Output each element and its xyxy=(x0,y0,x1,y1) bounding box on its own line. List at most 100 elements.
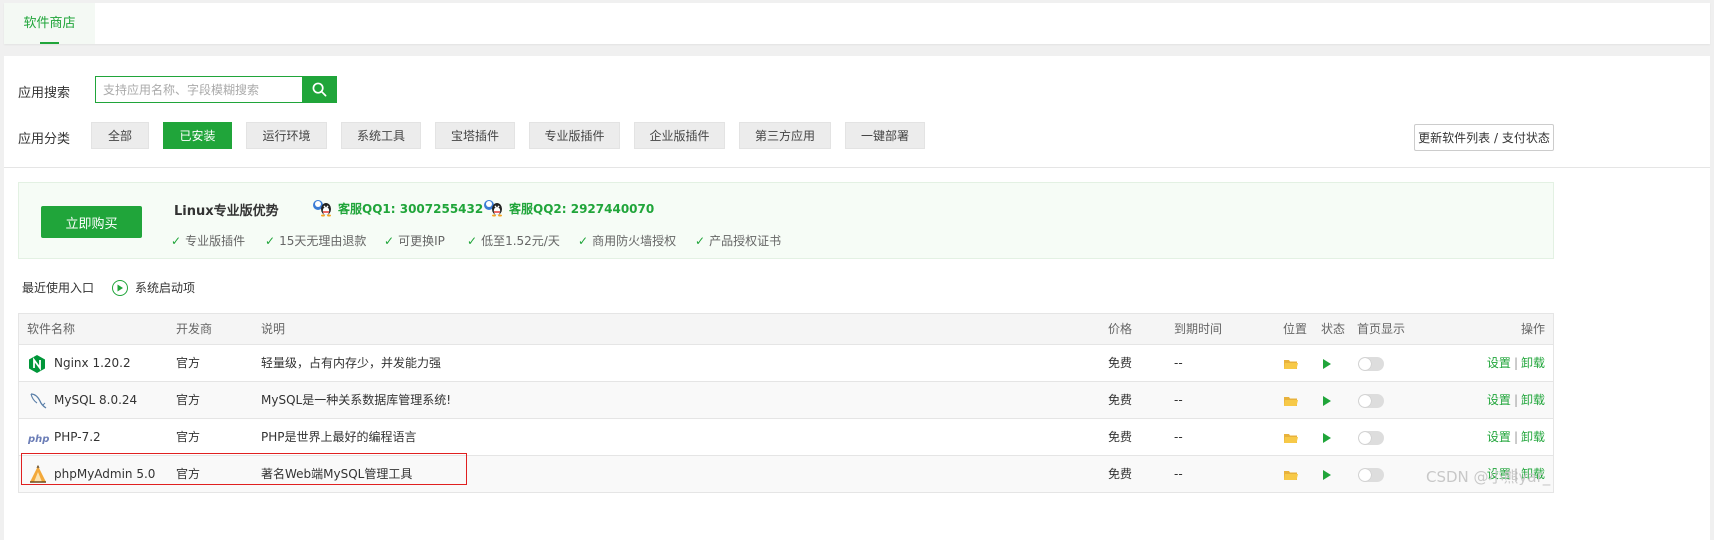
qq1-text: 客服QQ1: 3007255432 xyxy=(338,201,484,216)
qq-penguin-icon xyxy=(483,199,505,217)
header-homepage-display: 首页显示 xyxy=(1357,322,1406,336)
developer: 官方 xyxy=(176,393,201,407)
category-runtime[interactable]: 运行环境 xyxy=(246,122,327,149)
software-name[interactable]: MySQL 8.0.24 xyxy=(54,382,137,419)
top-tab-bar: 软件商店 xyxy=(4,3,1710,44)
phpmyadmin-icon xyxy=(28,464,48,485)
section-divider xyxy=(4,167,1710,168)
header-operations: 操作 xyxy=(1520,322,1545,336)
check-icon: ✓ xyxy=(467,233,478,248)
uninstall-link[interactable]: 卸载 xyxy=(1521,393,1545,407)
category-enterprise-plugins[interactable]: 企业版插件 xyxy=(634,122,725,149)
developer: 官方 xyxy=(176,356,201,370)
software-name[interactable]: PHP-7.2 xyxy=(54,419,101,456)
tab-software-store[interactable]: 软件商店 xyxy=(4,3,95,44)
search-button[interactable] xyxy=(302,76,337,103)
feature-text: 产品授权证书 xyxy=(709,234,782,248)
settings-link[interactable]: 设置 xyxy=(1487,393,1511,407)
category-installed[interactable]: 已安装 xyxy=(163,122,232,149)
header-status: 状态 xyxy=(1321,322,1346,336)
check-icon: ✓ xyxy=(578,233,589,248)
category-pro-plugins[interactable]: 专业版插件 xyxy=(529,122,620,149)
feature-item: ✓ 产品授权证书 xyxy=(695,232,781,249)
operations: 设置 | 卸载 xyxy=(1486,356,1545,370)
refresh-software-list-button[interactable]: 更新软件列表 / 支付状态 xyxy=(1414,124,1554,151)
feature-text: 15天无理由退款 xyxy=(279,234,367,248)
expire-date: -- xyxy=(1174,430,1183,444)
table-row: phpMyAdmin 5.0 官方 著名Web端MySQL管理工具 免费 -- … xyxy=(19,456,1553,493)
csdn-watermark: CSDN @小熊yar_ xyxy=(1426,468,1551,486)
category-one-click-deploy[interactable]: 一键部署 xyxy=(845,122,925,149)
search-field-wrapper xyxy=(95,76,307,103)
software-name[interactable]: Nginx 1.20.2 xyxy=(54,345,131,382)
table-row: MySQL 8.0.24 官方 MySQL是一种关系数据库管理系统! 免费 --… xyxy=(19,382,1553,419)
recent-entries-link[interactable]: 最近使用入口 xyxy=(22,279,94,296)
header-description: 说明 xyxy=(261,322,286,336)
search-label: 应用搜索 xyxy=(18,86,71,101)
header-price: 价格 xyxy=(1108,322,1133,336)
folder-icon[interactable] xyxy=(1284,469,1298,484)
search-input[interactable] xyxy=(96,77,307,102)
qq2-contact[interactable]: 客服QQ2: 2927440070 xyxy=(483,199,654,217)
header-name: 软件名称 xyxy=(27,322,76,336)
promo-title: Linux专业版优势 xyxy=(174,204,279,219)
description: PHP是世界上最好的编程语言 xyxy=(261,430,417,444)
mysql-icon xyxy=(28,391,48,411)
folder-icon[interactable] xyxy=(1284,358,1298,373)
system-startup-link[interactable]: 系统启动项 xyxy=(112,279,195,296)
software-table: 软件名称 开发商 说明 价格 到期时间 位置 状态 首页显示 操作 Nginx … xyxy=(18,313,1554,493)
price: 免费 xyxy=(1108,467,1133,481)
search-icon xyxy=(312,82,327,97)
software-name[interactable]: phpMyAdmin 5.0 xyxy=(54,456,155,493)
header-developer: 开发商 xyxy=(176,322,213,336)
qq-penguin-icon xyxy=(312,199,334,217)
expire-date: -- xyxy=(1174,393,1183,407)
description: MySQL是一种关系数据库管理系统! xyxy=(261,393,452,407)
feature-text: 可更换IP xyxy=(398,234,445,248)
check-icon: ✓ xyxy=(171,233,182,248)
homepage-display-toggle[interactable] xyxy=(1358,357,1384,371)
folder-icon[interactable] xyxy=(1284,395,1298,410)
category-all[interactable]: 全部 xyxy=(91,122,149,149)
description: 著名Web端MySQL管理工具 xyxy=(261,467,413,481)
feature-text: 商用防火墙授权 xyxy=(592,234,677,248)
category-system-tools[interactable]: 系统工具 xyxy=(341,122,421,149)
qq1-contact[interactable]: 客服QQ1: 3007255432 xyxy=(312,199,483,217)
svg-text:php: php xyxy=(28,434,49,445)
check-icon: ✓ xyxy=(384,233,395,248)
uninstall-link[interactable]: 卸载 xyxy=(1521,430,1545,444)
feature-item: ✓ 商用防火墙授权 xyxy=(578,232,676,249)
folder-icon[interactable] xyxy=(1284,432,1298,447)
play-icon[interactable] xyxy=(1322,358,1332,373)
homepage-display-toggle[interactable] xyxy=(1358,431,1384,445)
price: 免费 xyxy=(1108,430,1133,444)
play-icon[interactable] xyxy=(1322,395,1332,410)
homepage-display-toggle[interactable] xyxy=(1358,394,1384,408)
check-icon: ✓ xyxy=(265,233,276,248)
settings-link[interactable]: 设置 xyxy=(1487,430,1511,444)
system-startup-label: 系统启动项 xyxy=(135,281,196,295)
table-row: Nginx 1.20.2 官方 轻量级，占有内存少，并发能力强 免费 -- 设置… xyxy=(19,345,1553,382)
buy-now-button[interactable]: 立即购买 xyxy=(41,206,142,238)
description: 轻量级，占有内存少，并发能力强 xyxy=(261,356,442,370)
nginx-icon xyxy=(28,354,48,374)
check-icon: ✓ xyxy=(695,233,706,248)
feature-text: 低至1.52元/天 xyxy=(481,234,560,248)
expire-date: -- xyxy=(1174,467,1183,481)
php-icon: php xyxy=(27,428,49,448)
homepage-display-toggle[interactable] xyxy=(1358,468,1384,482)
feature-item: ✓ 专业版插件 xyxy=(171,232,245,249)
category-bt-plugins[interactable]: 宝塔插件 xyxy=(435,122,515,149)
settings-link[interactable]: 设置 xyxy=(1487,356,1511,370)
uninstall-link[interactable]: 卸载 xyxy=(1521,356,1545,370)
developer: 官方 xyxy=(176,467,201,481)
promo-banner xyxy=(18,182,1554,259)
category-third-party[interactable]: 第三方应用 xyxy=(739,122,831,149)
feature-item: ✓ 低至1.52元/天 xyxy=(467,232,560,249)
table-row: php PHP-7.2 官方 PHP是世界上最好的编程语言 免费 -- 设置 | 卸… xyxy=(19,419,1553,456)
expire-date: -- xyxy=(1174,356,1183,370)
header-location: 位置 xyxy=(1283,322,1308,336)
play-icon[interactable] xyxy=(1322,432,1332,447)
play-icon[interactable] xyxy=(1322,469,1332,484)
price: 免费 xyxy=(1108,393,1133,407)
